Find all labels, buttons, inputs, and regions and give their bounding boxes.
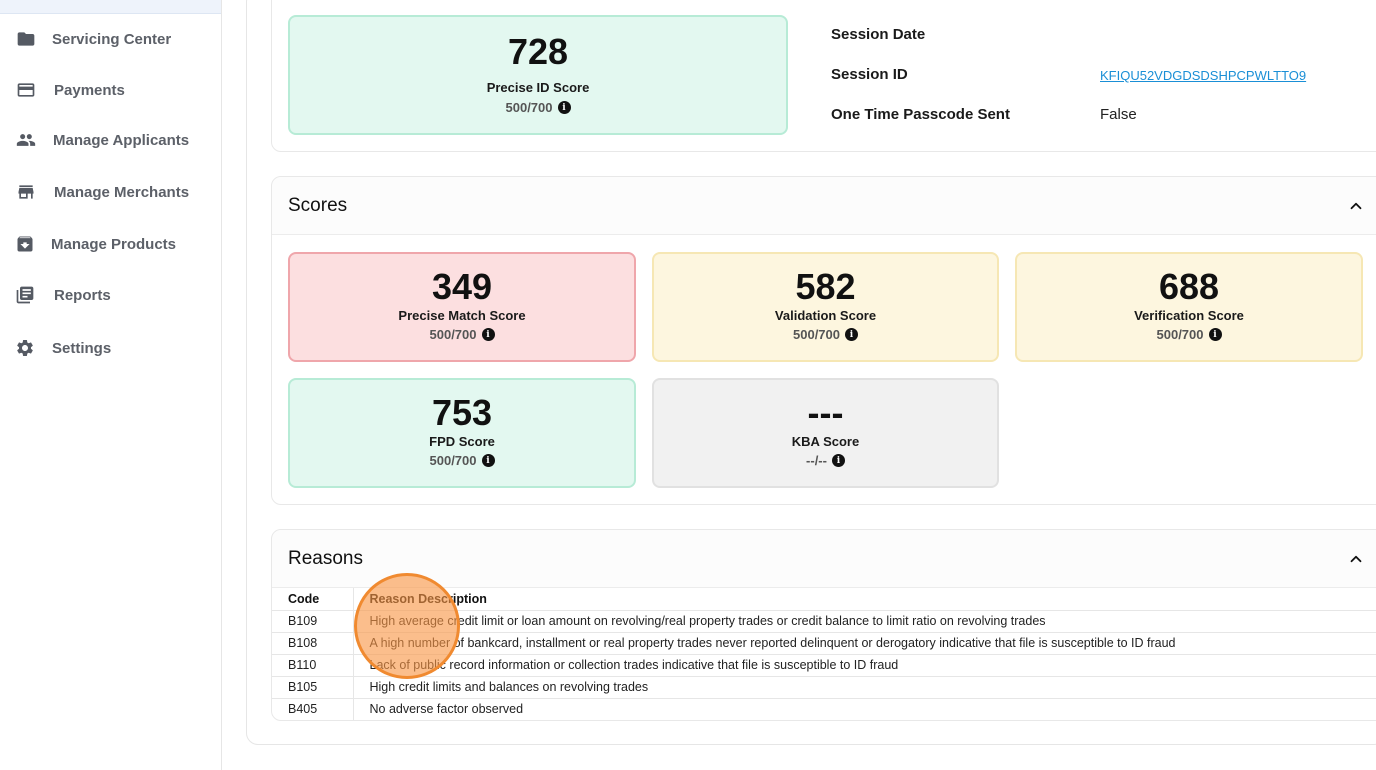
score-label: FPD Score: [429, 434, 495, 449]
score-label: KBA Score: [791, 434, 860, 449]
reason-description: A high number of bankcard, installment o…: [353, 632, 1376, 655]
reason-code: B110: [272, 654, 354, 677]
session-id-link[interactable]: KFIQU52VDGDSDSHPCPWLTTO9: [1100, 68, 1306, 83]
score-value: 582: [795, 266, 856, 307]
reason-code: B105: [272, 676, 354, 699]
chevron-up-icon[interactable]: [1347, 197, 1365, 215]
sidebar-item-label: Manage Merchants: [54, 183, 190, 201]
otp-sent-label: One Time Passcode Sent: [831, 106, 1010, 123]
score-label: Precise ID Score: [486, 80, 590, 95]
sidebar-item-manage-applicants[interactable]: Manage Applicants: [0, 120, 221, 160]
score-range-text: 500/700: [505, 100, 553, 115]
sidebar: Servicing Center Payments Manage Applica…: [0, 0, 222, 770]
sidebar-item-label: Manage Products: [51, 235, 177, 253]
score-range-text: 500/700: [429, 453, 477, 468]
score-range: --/-- i: [654, 453, 997, 468]
score-label: Verification Score: [1134, 308, 1244, 323]
scores-panel-header[interactable]: Scores: [272, 177, 1376, 235]
score-range: 500/700 i: [654, 327, 997, 342]
sidebar-item-payments[interactable]: Payments: [0, 70, 221, 110]
score-range-text: --/--: [806, 453, 827, 468]
reason-description: No adverse factor observed: [353, 698, 1376, 720]
reason-description: High credit limits and balances on revol…: [353, 676, 1376, 699]
reasons-table: Code Reason Description B109 High averag…: [272, 588, 1376, 720]
score-range-text: 500/700: [429, 327, 477, 342]
score-value: 753: [431, 392, 493, 433]
sidebar-selected-item[interactable]: [0, 0, 221, 14]
credit-card-icon: [15, 80, 37, 100]
validation-score-card: 582 Validation Score 500/700 i: [652, 252, 999, 362]
sidebar-item-label: Manage Applicants: [53, 131, 190, 149]
storefront-icon: [16, 182, 36, 202]
table-row: B405 No adverse factor observed: [272, 698, 1376, 720]
info-icon[interactable]: i: [481, 454, 495, 467]
reason-code: B108: [272, 632, 354, 655]
sidebar-item-manage-products[interactable]: Manage Products: [0, 224, 221, 264]
score-range-text: 500/700: [793, 327, 840, 342]
sidebar-item-settings[interactable]: Settings: [0, 328, 221, 368]
info-icon[interactable]: i: [481, 328, 495, 341]
score-value: ---: [807, 392, 844, 433]
score-range: 500/700 i: [1017, 327, 1361, 342]
score-value: 349: [431, 266, 493, 307]
info-icon[interactable]: i: [845, 328, 858, 341]
reasons-panel-header[interactable]: Reasons: [272, 530, 1376, 588]
sidebar-item-label: Servicing Center: [52, 30, 172, 48]
panel-title: Reasons: [288, 548, 363, 569]
people-icon: [16, 130, 36, 150]
score-range: 500/700 i: [290, 100, 786, 115]
info-icon[interactable]: i: [831, 454, 845, 467]
gear-icon: [15, 338, 35, 358]
sidebar-item-label: Reports: [54, 286, 111, 304]
precise-id-score-card: 728 Precise ID Score 500/700 i: [288, 15, 788, 135]
info-icon[interactable]: i: [1208, 328, 1222, 341]
reason-description: High average credit limit or loan amount…: [353, 610, 1376, 633]
score-range-text: 500/700: [1156, 327, 1204, 342]
library-books-icon: [15, 285, 35, 305]
session-date-label: Session Date: [831, 26, 926, 43]
score-label: Precise Match Score: [398, 308, 526, 323]
score-value: 688: [1158, 266, 1220, 307]
score-value: 728: [507, 31, 569, 72]
fpd-score-card: 753 FPD Score 500/700 i: [288, 378, 636, 488]
table-header-row: Code Reason Description: [272, 588, 1376, 611]
precise-match-score-card: 349 Precise Match Score 500/700 i: [288, 252, 636, 362]
sidebar-item-manage-merchants[interactable]: Manage Merchants: [0, 172, 221, 212]
folder-icon: [16, 29, 36, 49]
score-range: 500/700 i: [290, 327, 634, 342]
chevron-up-icon[interactable]: [1347, 550, 1365, 568]
session-id-label: Session ID: [831, 66, 908, 83]
info-icon[interactable]: i: [557, 101, 571, 114]
score-label: Validation Score: [774, 308, 877, 323]
sidebar-item-label: Settings: [52, 339, 112, 357]
archive-icon: [15, 234, 35, 254]
reason-code: B405: [272, 698, 354, 720]
column-header-code: Code: [272, 588, 354, 611]
sidebar-item-reports[interactable]: Reports: [0, 275, 221, 315]
reason-code: B109: [272, 610, 354, 633]
panel-title: Scores: [288, 195, 348, 216]
verification-score-card: 688 Verification Score 500/700 i: [1015, 252, 1363, 362]
table-row: B108 A high number of bankcard, installm…: [272, 632, 1376, 655]
table-row: B110 Lack of public record information o…: [272, 654, 1376, 677]
kba-score-card: --- KBA Score --/-- i: [652, 378, 999, 488]
column-header-description: Reason Description: [353, 588, 1376, 611]
reasons-panel: Reasons Code Reason Description B109 Hig…: [271, 529, 1376, 721]
reason-description: Lack of public record information or col…: [353, 654, 1376, 677]
table-row: B105 High credit limits and balances on …: [272, 676, 1376, 699]
table-row: B109 High average credit limit or loan a…: [272, 610, 1376, 633]
score-range: 500/700 i: [290, 453, 634, 468]
sidebar-item-label: Payments: [54, 81, 125, 99]
sidebar-item-servicing-center[interactable]: Servicing Center: [0, 19, 221, 59]
otp-sent-value: False: [1100, 106, 1137, 123]
